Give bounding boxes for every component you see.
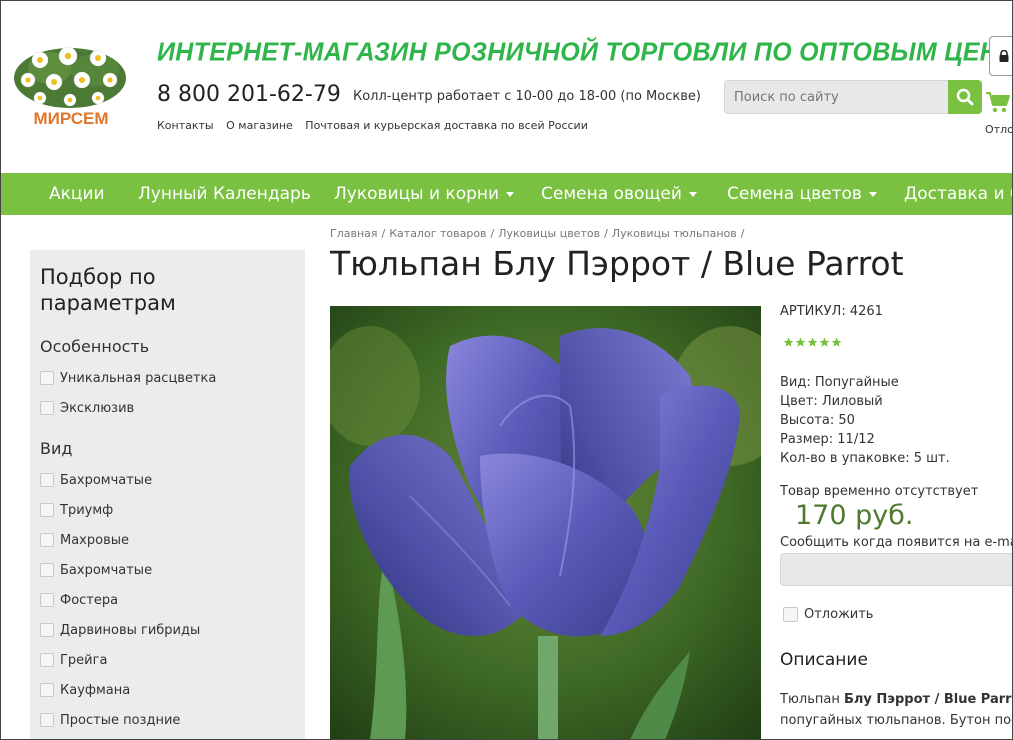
nav-item-bulbs[interactable]: Луковицы и корни bbox=[334, 173, 515, 215]
checkbox[interactable] bbox=[40, 533, 54, 547]
prop-height: Высота: 50 bbox=[780, 413, 855, 428]
checkbox[interactable] bbox=[783, 607, 798, 622]
filter-unique-color[interactable]: Уникальная расцветка bbox=[40, 369, 216, 387]
checkbox[interactable] bbox=[40, 401, 54, 415]
filter-type-item[interactable]: Фостера bbox=[40, 591, 118, 609]
breadcrumb: Главная / Каталог товаров / Луковицы цветов /… bbox=[330, 227, 745, 240]
filter-group-feature: Особенность bbox=[40, 337, 150, 356]
product-sku: АРТИКУЛ: 4261 bbox=[780, 304, 883, 319]
postponed-link[interactable]: Отлож bbox=[985, 123, 1013, 136]
page-title: Тюльпан Блу Пэррот / Blue Parrot bbox=[330, 244, 904, 283]
chevron-down-icon bbox=[506, 191, 515, 197]
filter-type-item[interactable]: Дарвиновы гибриды bbox=[40, 621, 200, 639]
site-title: ИНТЕРНЕТ-МАГАЗИН РОЗНИЧНОЙ ТОРГОВЛИ ПО О… bbox=[157, 37, 1013, 67]
star-icon bbox=[795, 337, 806, 347]
star-icon bbox=[783, 337, 794, 347]
breadcrumb-catalog[interactable]: Каталог товаров bbox=[389, 227, 486, 240]
availability-status: Товар временно отсутствует bbox=[780, 484, 979, 499]
checkbox[interactable] bbox=[40, 503, 54, 517]
filter-type-item[interactable]: Кауфмана bbox=[40, 681, 130, 699]
prop-size: Размер: 11/12 bbox=[780, 432, 875, 447]
search-icon bbox=[956, 88, 974, 106]
prop-color: Цвет: Лиловый bbox=[780, 394, 883, 409]
main-nav: Акции Лунный Календарь Луковицы и корни … bbox=[0, 173, 1013, 215]
notify-email-field[interactable] bbox=[780, 553, 1013, 586]
link-delivery[interactable]: Почтовая и курьерская доставка по всей Р… bbox=[305, 119, 588, 132]
logo-text: МИРСЕМ bbox=[33, 109, 108, 128]
notify-label: Сообщить когда появится на e-mail bbox=[780, 535, 1013, 550]
nav-item-vegetable-seeds[interactable]: Семена овощей bbox=[541, 173, 697, 215]
product-price: 170 руб. bbox=[795, 500, 914, 531]
filter-sidebar: Подбор по параметрам Особенность Уникаль… bbox=[30, 250, 305, 740]
search-button[interactable] bbox=[948, 80, 982, 114]
call-center-hours: Колл-центр работает с 10-00 до 18-00 (по… bbox=[353, 89, 701, 104]
filter-group-type: Вид bbox=[40, 439, 73, 458]
checkbox[interactable] bbox=[40, 683, 54, 697]
prop-pack-qty: Кол-во в упаковке: 5 шт. bbox=[780, 451, 950, 466]
description-text: Тюльпан Блу Пэррот / Blue Parrot - попуг… bbox=[780, 692, 1013, 728]
breadcrumb-bulbs[interactable]: Луковицы цветов bbox=[498, 227, 600, 240]
search-input[interactable] bbox=[725, 81, 945, 113]
checkbox[interactable] bbox=[40, 653, 54, 667]
filter-type-item[interactable]: Простые поздние bbox=[40, 711, 180, 729]
nav-item-lunar-calendar[interactable]: Лунный Календарь bbox=[138, 173, 311, 215]
prop-type: Вид: Попугайные bbox=[780, 375, 899, 390]
checkbox[interactable] bbox=[40, 713, 54, 727]
checkbox[interactable] bbox=[40, 563, 54, 577]
login-button[interactable] bbox=[989, 36, 1013, 76]
star-icon bbox=[819, 337, 830, 347]
checkbox[interactable] bbox=[40, 473, 54, 487]
filter-type-item[interactable]: Махровые bbox=[40, 531, 129, 549]
top-links: Контакты О магазине Почтовая и курьерска… bbox=[157, 119, 597, 132]
filter-type-item[interactable]: Триумф bbox=[40, 501, 113, 519]
breadcrumb-home[interactable]: Главная bbox=[330, 227, 378, 240]
rating-stars[interactable] bbox=[783, 337, 842, 348]
sidebar-title: Подбор по параметрам bbox=[40, 265, 176, 315]
checkbox[interactable] bbox=[40, 593, 54, 607]
filter-type-item[interactable]: Грейга bbox=[40, 651, 107, 669]
nav-item-flower-seeds[interactable]: Семена цветов bbox=[727, 173, 877, 215]
search-box bbox=[724, 80, 950, 114]
filter-type-item[interactable]: Бахромчатые bbox=[40, 471, 152, 489]
star-icon bbox=[807, 337, 818, 347]
link-contacts[interactable]: Контакты bbox=[157, 119, 214, 132]
checkbox[interactable] bbox=[40, 623, 54, 637]
phone-number[interactable]: 8 800 201-62-79 bbox=[157, 82, 341, 107]
filter-exclusive[interactable]: Эксклюзив bbox=[40, 399, 134, 417]
link-about[interactable]: О магазине bbox=[226, 119, 293, 132]
site-logo[interactable]: МИРСЕМ bbox=[10, 38, 132, 130]
star-icon bbox=[831, 337, 842, 347]
filter-type-item[interactable]: Бахромчатые bbox=[40, 561, 152, 579]
breadcrumb-tulips[interactable]: Луковицы тюльпанов bbox=[612, 227, 737, 240]
description-title: Описание bbox=[780, 650, 868, 670]
chevron-down-icon bbox=[688, 191, 697, 197]
lock-icon bbox=[999, 50, 1009, 62]
nav-item-delivery[interactable]: Доставка и О bbox=[904, 173, 1013, 215]
checkbox[interactable] bbox=[40, 371, 54, 385]
chevron-down-icon bbox=[868, 191, 877, 197]
postpone-toggle[interactable]: Отложить bbox=[783, 607, 873, 622]
cart-icon[interactable] bbox=[985, 90, 1011, 114]
product-image[interactable] bbox=[330, 306, 761, 740]
nav-item-sales[interactable]: Акции bbox=[49, 173, 105, 215]
